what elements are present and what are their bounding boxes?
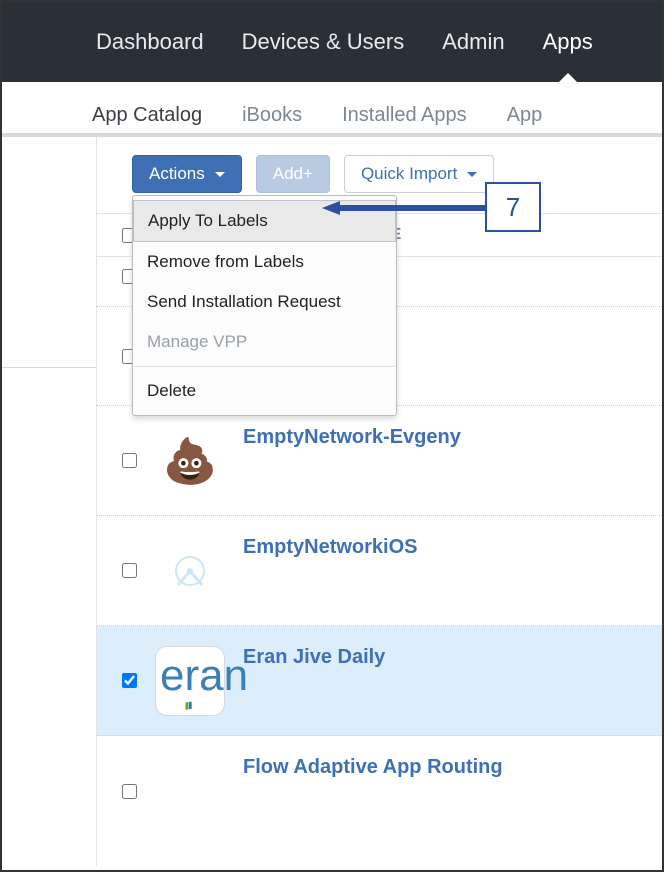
menu-divider — [133, 366, 396, 367]
subnav-installed-apps[interactable]: Installed Apps — [342, 104, 467, 133]
app-name-link[interactable]: EmptyNetworkiOS — [243, 536, 417, 559]
actions-label: Actions — [149, 164, 205, 184]
wave-icon: a — [165, 766, 215, 816]
row-checkbox[interactable] — [122, 563, 137, 578]
app-icon: a — [155, 756, 225, 826]
row-checkbox[interactable] — [122, 673, 137, 688]
nav-dashboard[interactable]: Dashboard — [82, 2, 218, 82]
menu-remove-from-labels[interactable]: Remove from Labels — [133, 242, 396, 282]
table-row: a Flow Adaptive App Routing — [97, 736, 662, 846]
add-label: Add+ — [273, 164, 313, 184]
row-checkbox[interactable] — [122, 784, 137, 799]
menu-manage-vpp: Manage VPP — [133, 322, 396, 362]
annotation-step-number: 7 — [485, 182, 541, 232]
books-icon — [170, 701, 210, 711]
subnav-ibooks[interactable]: iBooks — [242, 104, 302, 133]
table-row: 💩 EmptyNetwork-Evgeny — [97, 406, 662, 516]
top-nav: Dashboard Devices & Users Admin Apps — [2, 2, 662, 82]
compass-icon — [168, 549, 212, 593]
toolbar: Actions Add+ Quick Import — [97, 155, 662, 193]
left-sidebar — [2, 137, 97, 866]
table-row: eran Eran Jive Daily — [97, 626, 662, 736]
menu-delete[interactable]: Delete — [133, 371, 396, 411]
quick-import-label: Quick Import — [361, 164, 457, 184]
quick-import-button[interactable]: Quick Import — [344, 155, 494, 193]
actions-button[interactable]: Actions — [132, 155, 242, 193]
actions-dropdown: Apply To Labels Remove from Labels Send … — [132, 195, 397, 416]
annotation-arrow-icon — [322, 201, 487, 215]
app-name-link[interactable]: Flow Adaptive App Routing — [243, 756, 503, 779]
subnav-app-catalog[interactable]: App Catalog — [92, 104, 202, 133]
poop-icon: 💩 — [155, 426, 225, 496]
add-button: Add+ — [256, 155, 330, 193]
row-checkbox[interactable] — [122, 453, 137, 468]
table-row: EmptyNetworkiOS — [97, 516, 662, 626]
menu-send-installation-request[interactable]: Send Installation Request — [133, 282, 396, 322]
content-area: Actions Add+ Quick Import Apply To Label… — [2, 137, 662, 866]
caret-down-icon — [215, 172, 225, 177]
main-column: Actions Add+ Quick Import Apply To Label… — [97, 137, 662, 866]
nav-apps[interactable]: Apps — [529, 2, 607, 82]
sub-nav: App Catalog iBooks Installed Apps App — [2, 82, 662, 137]
nav-devices-users[interactable]: Devices & Users — [228, 2, 419, 82]
app-name-link[interactable]: EmptyNetwork-Evgeny — [243, 426, 461, 449]
caret-down-icon — [467, 172, 477, 177]
app-name-link[interactable]: Eran Jive Daily — [243, 646, 385, 669]
app-icon: eran — [155, 646, 225, 716]
nav-admin[interactable]: Admin — [428, 2, 518, 82]
icon-text: eran — [160, 651, 248, 701]
svg-text:a: a — [200, 803, 205, 812]
app-icon — [155, 536, 225, 606]
subnav-app-more[interactable]: App — [507, 104, 543, 133]
